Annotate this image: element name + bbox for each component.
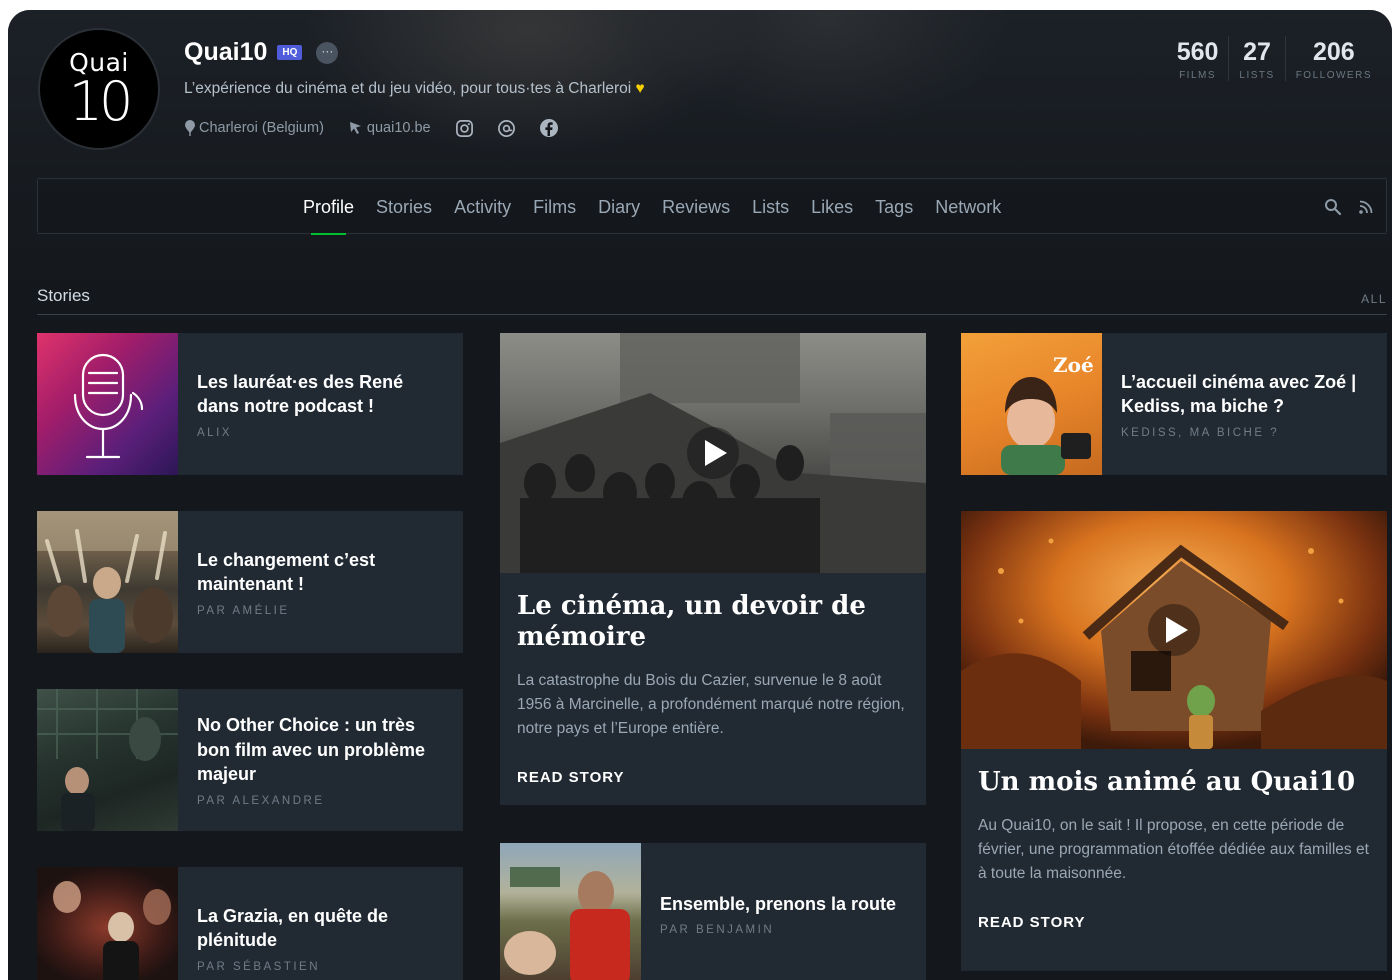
featured-story-card[interactable]: Un mois animé au Quai10 Au Quai10, on le… — [961, 511, 1387, 971]
read-story-link[interactable]: READ STORY — [517, 769, 908, 786]
story-card[interactable]: No Other Choice : un très bon film avec … — [37, 689, 463, 831]
location-text: Charleroi (Belgium) — [199, 120, 324, 136]
play-button[interactable] — [1148, 604, 1200, 656]
stat-label: FILMS — [1179, 70, 1217, 81]
website-text[interactable]: quai10.be — [367, 120, 431, 136]
facebook-icon[interactable] — [539, 118, 559, 138]
story-title[interactable]: No Other Choice : un très bon film avec … — [197, 713, 449, 787]
story-thumbnail — [37, 689, 178, 831]
location: Charleroi (Belgium) — [184, 120, 324, 136]
featured-story-description: La catastrophe du Bois du Cazier, surven… — [517, 672, 905, 737]
bio-text: L’expérience du cinéma et du jeu vidéo, … — [184, 80, 632, 97]
story-text: Les lauréat·es des René dans notre podca… — [197, 333, 449, 475]
film-still-image — [37, 511, 178, 653]
tab-activity[interactable]: Activity — [454, 179, 511, 235]
website-link[interactable]: quai10.be — [348, 120, 431, 136]
stat-number: 560 — [1176, 38, 1219, 66]
story-author[interactable]: KEDISS, MA BICHE ? — [1121, 427, 1373, 439]
tab-profile[interactable]: Profile — [303, 179, 354, 235]
thumbnail-caption: Zoé — [1053, 353, 1094, 377]
story-author[interactable]: PAR AMÉLIE — [197, 605, 449, 617]
story-cover-image — [500, 333, 926, 573]
play-button[interactable] — [687, 427, 739, 479]
story-text: Le changement c’est maintenant ! PAR AMÉ… — [197, 511, 449, 653]
cursor-arrow-icon — [349, 122, 361, 134]
story-title[interactable]: Ensemble, prenons la route — [660, 892, 912, 917]
tab-lists[interactable]: Lists — [752, 179, 789, 235]
search-icon[interactable] — [1324, 198, 1342, 216]
story-card[interactable]: Le changement c’est maintenant ! PAR AMÉ… — [37, 511, 463, 653]
tab-films[interactable]: Films — [533, 179, 576, 235]
section-title: Stories — [37, 286, 90, 305]
hq-badge: HQ — [277, 45, 303, 60]
stat-label: FOLLOWERS — [1295, 70, 1372, 81]
nav-tabs: Profile Stories Activity Films Diary Rev… — [303, 179, 1023, 235]
read-story-link[interactable]: READ STORY — [978, 914, 1369, 931]
profile-page: Quai 10 Quai10 HQ ··· L’expérience du ci… — [8, 10, 1392, 980]
microphone-icon — [73, 353, 144, 459]
profile-name: Quai10 — [184, 38, 268, 66]
film-still-image — [504, 867, 630, 980]
profile-nav: Profile Stories Activity Films Diary Rev… — [37, 178, 1387, 235]
stat-number: 206 — [1312, 38, 1355, 66]
story-thumbnail — [500, 843, 641, 980]
story-author[interactable]: ALIX — [197, 427, 449, 439]
film-still-image — [37, 689, 178, 831]
profile-name-row: Quai10 HQ ··· — [184, 38, 339, 67]
story-title[interactable]: L’accueil cinéma avec Zoé | Kediss, ma b… — [1121, 370, 1373, 419]
stat-lists[interactable]: 27 LISTS — [1228, 36, 1284, 81]
featured-story-body: Un mois animé au Quai10 Au Quai10, on le… — [961, 749, 1387, 931]
location-pin-icon — [185, 120, 195, 136]
featured-story-body: Le cinéma, un devoir de mémoire La catas… — [500, 573, 926, 786]
profile-bio: L’expérience du cinéma et du jeu vidéo, … — [184, 80, 645, 98]
story-text: No Other Choice : un très bon film avec … — [197, 689, 449, 831]
stat-films[interactable]: 560 FILMS — [1167, 36, 1229, 81]
featured-story-description: Au Quai10, on le sait ! Il propose, en c… — [978, 817, 1369, 882]
story-cover-image — [961, 511, 1387, 749]
story-thumbnail — [37, 333, 178, 475]
film-still-image — [53, 881, 171, 980]
rss-icon[interactable] — [1358, 199, 1374, 215]
story-thumbnail — [37, 867, 178, 980]
avatar[interactable]: Quai 10 — [38, 28, 160, 150]
nav-tools — [1324, 179, 1374, 235]
story-text: Ensemble, prenons la route PAR BENJAMIN — [660, 843, 912, 980]
story-thumbnail: Zoé — [961, 333, 1102, 475]
story-text: La Grazia, en quête de plénitude PAR SÉB… — [197, 867, 449, 980]
featured-story-title[interactable]: Un mois animé au Quai10 — [978, 767, 1369, 798]
tab-reviews[interactable]: Reviews — [662, 179, 730, 235]
story-author[interactable]: PAR BENJAMIN — [660, 924, 912, 936]
instagram-icon[interactable] — [455, 118, 475, 138]
yellow-heart-icon: ♥ — [635, 80, 645, 97]
featured-story-title[interactable]: Le cinéma, un devoir de mémoire — [517, 591, 908, 653]
tab-network[interactable]: Network — [935, 179, 1001, 235]
tab-likes[interactable]: Likes — [811, 179, 853, 235]
story-author[interactable]: PAR ALEXANDRE — [197, 795, 449, 807]
profile-meta: Charleroi (Belgium) quai10.be — [184, 118, 581, 138]
story-title[interactable]: Les lauréat·es des René dans notre podca… — [197, 370, 449, 419]
avatar-logo-number: 10 — [68, 70, 134, 133]
tab-diary[interactable]: Diary — [598, 179, 640, 235]
story-text: L’accueil cinéma avec Zoé | Kediss, ma b… — [1121, 333, 1373, 475]
story-title[interactable]: Le changement c’est maintenant ! — [197, 548, 449, 597]
featured-story-card[interactable]: Le cinéma, un devoir de mémoire La catas… — [500, 333, 926, 805]
stat-followers[interactable]: 206 FOLLOWERS — [1284, 36, 1382, 81]
story-title[interactable]: La Grazia, en quête de plénitude — [197, 904, 449, 953]
all-stories-link[interactable]: ALL — [1361, 292, 1387, 306]
stat-number: 27 — [1243, 38, 1271, 66]
tab-stories[interactable]: Stories — [376, 179, 432, 235]
more-options-button[interactable]: ··· — [316, 41, 339, 64]
story-card[interactable]: Zoé L’accueil cinéma avec Zoé | Kediss, … — [961, 333, 1387, 475]
story-author[interactable]: PAR SÉBASTIEN — [197, 961, 449, 973]
story-card[interactable]: La Grazia, en quête de plénitude PAR SÉB… — [37, 867, 463, 980]
tab-tags[interactable]: Tags — [875, 179, 913, 235]
stat-label: LISTS — [1239, 70, 1275, 81]
story-thumbnail — [37, 511, 178, 653]
story-card[interactable]: Ensemble, prenons la route PAR BENJAMIN — [500, 843, 926, 980]
threads-icon[interactable] — [497, 118, 517, 138]
story-card[interactable]: Les lauréat·es des René dans notre podca… — [37, 333, 463, 475]
stories-section-header: Stories ALL — [37, 284, 1387, 315]
profile-stats: 560 FILMS 27 LISTS 206 FOLLOWERS — [1167, 36, 1382, 81]
